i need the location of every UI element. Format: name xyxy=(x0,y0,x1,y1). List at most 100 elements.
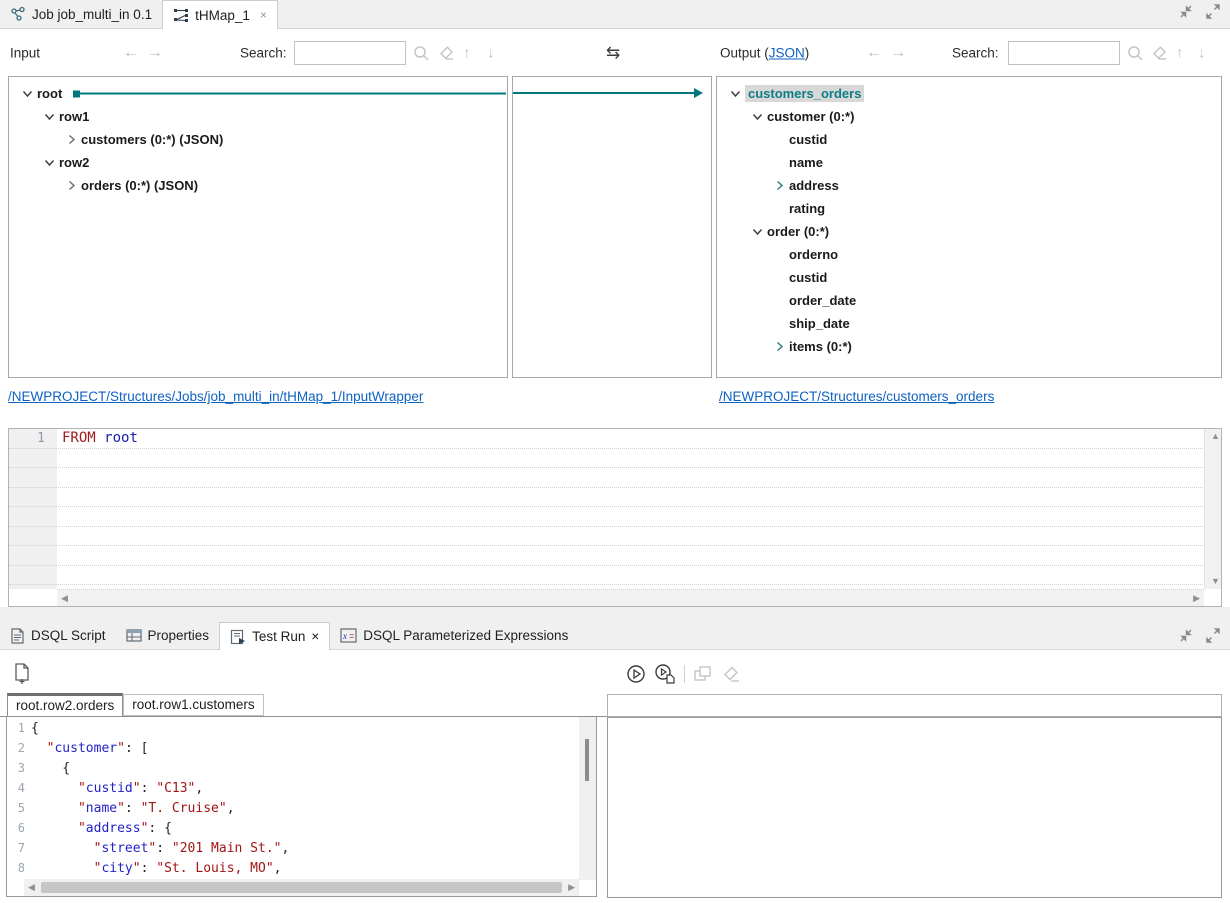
tree-node-rating[interactable]: rating xyxy=(717,197,1221,220)
scroll-right-icon[interactable]: ▶ xyxy=(564,881,579,894)
code-line: { xyxy=(31,761,70,776)
tree-node-name[interactable]: name xyxy=(717,151,1221,174)
bottom-tab-dsql-parameterized-expressions[interactable]: x=DSQL Parameterized Expressions xyxy=(330,622,578,649)
swap-io-icon[interactable]: ⇆ xyxy=(606,43,620,63)
dsql-expression-editor[interactable]: 1FROM root ▲ ▼ ◀ ▶ xyxy=(8,428,1222,607)
mapping-link[interactable] xyxy=(73,90,506,97)
maximize-icon[interactable] xyxy=(1205,628,1222,643)
output-forward-icon[interactable]: → xyxy=(890,44,906,62)
scroll-down-icon[interactable]: ▼ xyxy=(1207,575,1224,588)
output-search-icon[interactable] xyxy=(1126,44,1144,62)
tree-node-root[interactable]: root xyxy=(9,82,507,105)
output-next-match-icon[interactable]: ↓ xyxy=(1198,44,1206,61)
tree-node-label: order (0:*) xyxy=(767,224,829,239)
sample-json-lines: 1{2 "customer": [3 {4 "custid": "C13",5 … xyxy=(7,718,578,878)
run-with-sample-icon[interactable] xyxy=(654,663,676,684)
scroll-left-icon[interactable]: ◀ xyxy=(57,592,72,605)
dsql-line xyxy=(9,449,1203,469)
chevron-down-icon[interactable] xyxy=(19,86,35,102)
chevron-down-icon[interactable] xyxy=(749,109,765,125)
chevron-down-icon[interactable] xyxy=(41,155,57,171)
input-forward-icon[interactable]: → xyxy=(147,44,163,62)
scroll-up-icon[interactable]: ▲ xyxy=(1207,430,1224,443)
duplicate-icon[interactable] xyxy=(693,664,713,684)
tree-node-row2[interactable]: row2 xyxy=(9,151,507,174)
sample-horizontal-scrollbar[interactable]: ◀ ▶ xyxy=(24,879,579,896)
sample-json-line: 7 "street": "201 Main St.", xyxy=(7,838,578,858)
mapping-link-line xyxy=(80,93,506,95)
chevron-down-icon[interactable] xyxy=(749,224,765,240)
tree-node-custid[interactable]: custid xyxy=(717,128,1221,151)
editor-tab-job-job-multi-in-0-1[interactable]: Job job_multi_in 0.1 xyxy=(0,0,162,28)
result-tabs-strip xyxy=(607,694,1222,717)
add-document-icon[interactable] xyxy=(12,663,32,685)
output-format-link[interactable]: JSON xyxy=(769,45,805,60)
input-back-icon[interactable]: ← xyxy=(123,44,139,62)
bottom-tab-test-run[interactable]: Test Run× xyxy=(219,622,330,650)
bottom-tab-label: Properties xyxy=(148,628,210,643)
tree-node-address[interactable]: address xyxy=(717,174,1221,197)
dsql-horizontal-scrollbar[interactable]: ◀ ▶ xyxy=(57,589,1204,606)
sample-json-line: 6 "address": { xyxy=(7,818,578,838)
tree-node-custid[interactable]: custid xyxy=(717,266,1221,289)
sample-tab-root-row1-customers[interactable]: root.row1.customers xyxy=(123,694,263,716)
tree-node-customers-orders[interactable]: customers_orders xyxy=(717,82,1221,105)
tree-node-items-0[interactable]: items (0:*) xyxy=(717,335,1221,358)
sample-json-pane[interactable]: 1{2 "customer": [3 {4 "custid": "C13",5 … xyxy=(6,717,597,897)
tree-node-label: root xyxy=(37,86,62,101)
run-icon[interactable] xyxy=(626,664,646,684)
chevron-right-icon[interactable] xyxy=(771,178,787,194)
scroll-left-icon[interactable]: ◀ xyxy=(24,881,39,894)
scrollbar-thumb[interactable] xyxy=(41,882,562,893)
tree-node-orderno[interactable]: orderno xyxy=(717,243,1221,266)
input-prev-match-icon[interactable]: ↑ xyxy=(463,44,471,61)
tree-node-label: customers_orders xyxy=(745,85,864,102)
minimize-icon[interactable] xyxy=(1178,4,1195,19)
dsql-line xyxy=(9,546,1203,566)
output-structure-link[interactable]: /NEWPROJECT/Structures/customers_orders xyxy=(719,389,994,404)
bottom-tab-dsql-script[interactable]: DSQL Script xyxy=(0,622,116,649)
mapping-arrow[interactable] xyxy=(513,88,703,98)
tree-node-order-0[interactable]: order (0:*) xyxy=(717,220,1221,243)
sample-vertical-scrollbar[interactable] xyxy=(579,717,596,880)
chevron-right-icon[interactable] xyxy=(771,339,787,355)
input-clear-search-icon[interactable] xyxy=(437,44,456,62)
line-number: 5 xyxy=(7,801,31,815)
code-line: FROM root xyxy=(53,430,138,446)
tree-node-ship-date[interactable]: ship_date xyxy=(717,312,1221,335)
close-icon[interactable]: × xyxy=(311,629,319,644)
tree-node-orders-0-json[interactable]: orders (0:*) (JSON) xyxy=(9,174,507,197)
bottom-tab-label: DSQL Script xyxy=(31,628,106,643)
input-search-field[interactable] xyxy=(294,41,406,65)
tree-node-customers-0-json[interactable]: customers (0:*) (JSON) xyxy=(9,128,507,151)
output-search-field[interactable] xyxy=(1008,41,1120,65)
output-back-icon[interactable]: ← xyxy=(866,44,882,62)
input-structure-link[interactable]: /NEWPROJECT/Structures/Jobs/job_multi_in… xyxy=(8,389,423,404)
expr-icon: x= xyxy=(340,628,357,643)
maximize-icon[interactable] xyxy=(1205,4,1222,19)
editor-tab-thmap-1[interactable]: tHMap_1× xyxy=(162,0,278,29)
chevron-right-icon[interactable] xyxy=(63,132,79,148)
tree-node-order-date[interactable]: order_date xyxy=(717,289,1221,312)
chevron-down-icon[interactable] xyxy=(41,109,57,125)
input-next-match-icon[interactable]: ↓ xyxy=(487,44,495,61)
close-icon[interactable]: × xyxy=(260,8,267,22)
input-search-icon[interactable] xyxy=(412,44,430,62)
output-clear-search-icon[interactable] xyxy=(1150,44,1169,62)
output-prev-match-icon[interactable]: ↑ xyxy=(1176,44,1184,61)
dsql-line xyxy=(9,468,1203,488)
minimize-icon[interactable] xyxy=(1178,628,1195,643)
horizontal-sash[interactable] xyxy=(0,607,1230,622)
bottom-tab-properties[interactable]: Properties xyxy=(116,622,220,649)
tree-node-customer-0[interactable]: customer (0:*) xyxy=(717,105,1221,128)
tree-node-label: rating xyxy=(789,201,825,216)
chevron-right-icon[interactable] xyxy=(63,178,79,194)
tree-node-row1[interactable]: row1 xyxy=(9,105,507,128)
dsql-vertical-scrollbar[interactable]: ▲ ▼ xyxy=(1204,429,1221,589)
chevron-down-icon[interactable] xyxy=(727,86,743,102)
code-line: "address": { xyxy=(31,821,172,836)
scrollbar-thumb[interactable] xyxy=(585,739,589,781)
clear-results-icon[interactable] xyxy=(721,664,742,684)
sample-tab-root-row2-orders[interactable]: root.row2.orders xyxy=(7,693,123,717)
scroll-right-icon[interactable]: ▶ xyxy=(1189,592,1204,605)
